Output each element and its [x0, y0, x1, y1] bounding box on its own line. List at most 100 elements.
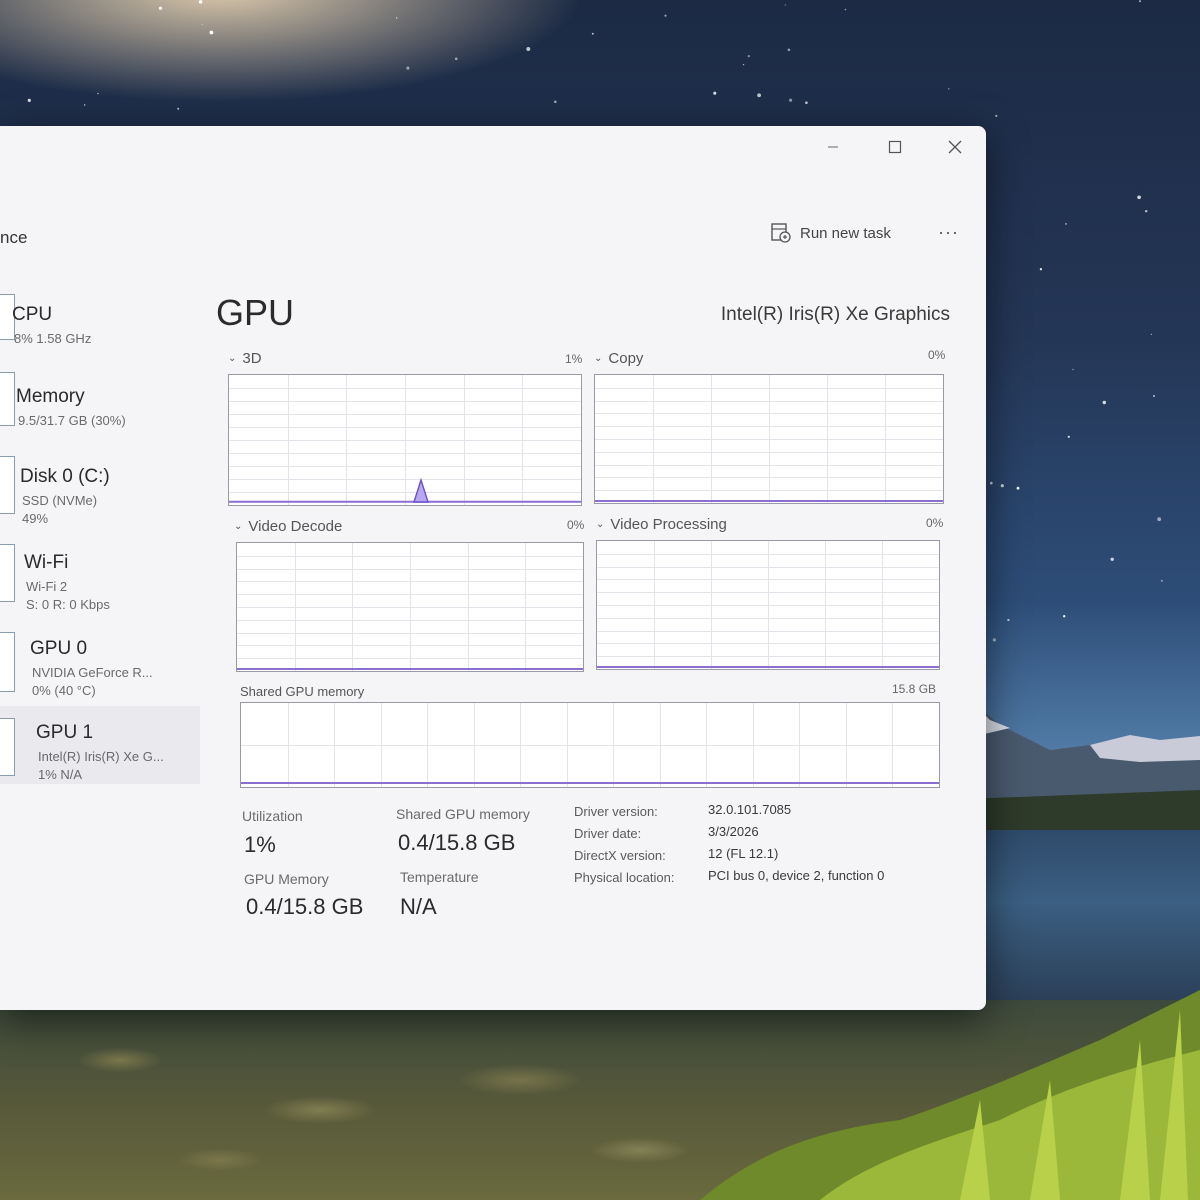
physical-location-value: PCI bus 0, device 2, function 0: [708, 868, 885, 883]
star: [1160, 579, 1163, 582]
star: [1039, 268, 1043, 271]
graph-copy-selector[interactable]: ⌄ Copy: [594, 350, 643, 367]
adapter-name: Intel(R) Iris(R) Xe Graphics: [720, 304, 950, 325]
graph-copy: [594, 374, 944, 504]
star: [198, 0, 203, 4]
wifi-mini-graph: [0, 544, 15, 602]
temperature-label: Temperature: [400, 869, 479, 885]
star: [1137, 195, 1141, 200]
star: [1000, 484, 1004, 488]
chevron-down-icon: ⌄: [228, 353, 237, 364]
star: [406, 66, 410, 70]
star: [995, 114, 998, 117]
star: [992, 638, 997, 642]
graph-percent: 0%: [928, 348, 946, 362]
directx-version-label: DirectX version:: [574, 848, 666, 863]
star: [1065, 222, 1067, 225]
star: [27, 98, 31, 102]
run-new-task-button[interactable]: Run new task: [770, 222, 891, 244]
utilization-label: Utilization: [242, 808, 303, 824]
star: [844, 8, 847, 11]
star: [1110, 557, 1114, 561]
star: [947, 87, 950, 90]
directx-version-value: 12 (FL 12.1): [708, 846, 779, 861]
sidebar-item-name: Wi-Fi: [24, 552, 69, 573]
driver-date-value: 3/3/2026: [708, 824, 759, 839]
sidebar-item-disk[interactable]: Disk 0 (C:) SSD (NVMe) 49%: [0, 448, 200, 526]
page-title: GPU: [216, 292, 295, 333]
sidebar-item-detail: 1% N/A: [38, 767, 83, 782]
sidebar-item-detail: 49%: [22, 511, 49, 526]
sidebar-item-detail: SSD (NVMe): [22, 493, 98, 508]
star: [1007, 618, 1010, 622]
star: [1067, 435, 1070, 438]
graph-title: Video Decode: [248, 518, 343, 535]
sidebar-item-name: GPU 1: [36, 722, 94, 743]
star: [1157, 517, 1162, 522]
shared-memory-label: Shared GPU memory: [396, 806, 530, 822]
graph-3d: [228, 374, 582, 506]
graph-shared-gpu-memory: [240, 702, 940, 788]
graph-percent: 0%: [926, 516, 944, 530]
graph-3d-selector[interactable]: ⌄ 3D: [228, 350, 262, 367]
sidebar-item-cpu[interactable]: CPU 8% 1.58 GHz: [0, 288, 200, 358]
graph-title: Copy: [608, 350, 644, 367]
graph-video-decode-selector[interactable]: ⌄ Video Decode: [234, 518, 342, 535]
chevron-down-icon: ⌄: [596, 519, 605, 530]
chevron-down-icon: ⌄: [594, 353, 603, 364]
graph-percent: 1%: [565, 352, 583, 366]
sidebar-item-memory[interactable]: Memory 9.5/31.7 GB (30%): [0, 368, 200, 438]
star: [787, 48, 791, 52]
sidebar-item-detail: 0% (40 °C): [32, 683, 96, 698]
shared-memory-max: 15.8 GB: [892, 682, 937, 696]
star: [158, 6, 163, 10]
sidebar-item-gpu0[interactable]: GPU 0 NVIDIA GeForce R... 0% (40 °C): [0, 624, 200, 698]
more-options-button[interactable]: ···: [938, 222, 959, 243]
shared-memory-value: 0.4/15.8 GB: [398, 830, 516, 855]
minimize-icon: [828, 146, 838, 148]
star: [1152, 394, 1156, 398]
star: [742, 63, 745, 66]
star: [201, 23, 204, 26]
gpu1-mini-graph: [0, 718, 15, 776]
star: [209, 30, 214, 35]
grass: [700, 990, 1200, 1200]
star: [1144, 209, 1148, 213]
sidebar-item-name: CPU: [12, 304, 53, 325]
utilization-value: 1%: [244, 832, 276, 857]
graph-grid: [237, 543, 583, 671]
close-icon: [948, 140, 962, 154]
star: [526, 47, 531, 51]
graph-grid: [229, 375, 581, 505]
driver-version-label: Driver version:: [574, 804, 658, 819]
sidebar-item-gpu1[interactable]: GPU 1 Intel(R) Iris(R) Xe G... 1% N/A: [0, 706, 200, 784]
graph-title: Video Processing: [610, 516, 727, 533]
sidebar-item-detail: 8% 1.58 GHz: [14, 331, 92, 346]
graph-grid: [241, 703, 939, 787]
star: [1102, 400, 1107, 405]
sidebar-item-wifi[interactable]: Wi-Fi Wi-Fi 2 S: 0 R: 0 Kbps: [0, 538, 200, 612]
sidebar-item-detail: Wi-Fi 2: [26, 579, 68, 594]
sidebar-item-name: Disk 0 (C:): [20, 466, 110, 487]
maximize-button[interactable]: [880, 134, 910, 160]
run-new-task-label: Run new task: [800, 224, 891, 242]
star: [83, 104, 86, 106]
chevron-down-icon: ⌄: [234, 521, 243, 532]
mouse-cursor-icon: [413, 478, 429, 503]
star: [1016, 486, 1020, 490]
task-manager-window: nce Run new task ··· CPU 8% 1.58 GHz Mem…: [0, 126, 986, 1010]
sidebar-item-name: GPU 0: [30, 638, 88, 659]
driver-version-value: 32.0.101.7085: [708, 802, 792, 817]
graph-video-processing-selector[interactable]: ⌄ Video Processing: [596, 516, 727, 533]
gpu0-mini-graph: [0, 632, 15, 692]
minimize-button[interactable]: [818, 134, 848, 160]
star: [757, 93, 761, 98]
sidebar-item-detail: NVIDIA GeForce R...: [32, 665, 153, 680]
star: [591, 32, 594, 35]
memory-mini-graph: [0, 372, 15, 426]
star: [989, 481, 993, 485]
star: [554, 100, 557, 104]
star: [396, 17, 398, 19]
close-button[interactable]: [940, 134, 970, 160]
graph-grid: [597, 541, 939, 669]
